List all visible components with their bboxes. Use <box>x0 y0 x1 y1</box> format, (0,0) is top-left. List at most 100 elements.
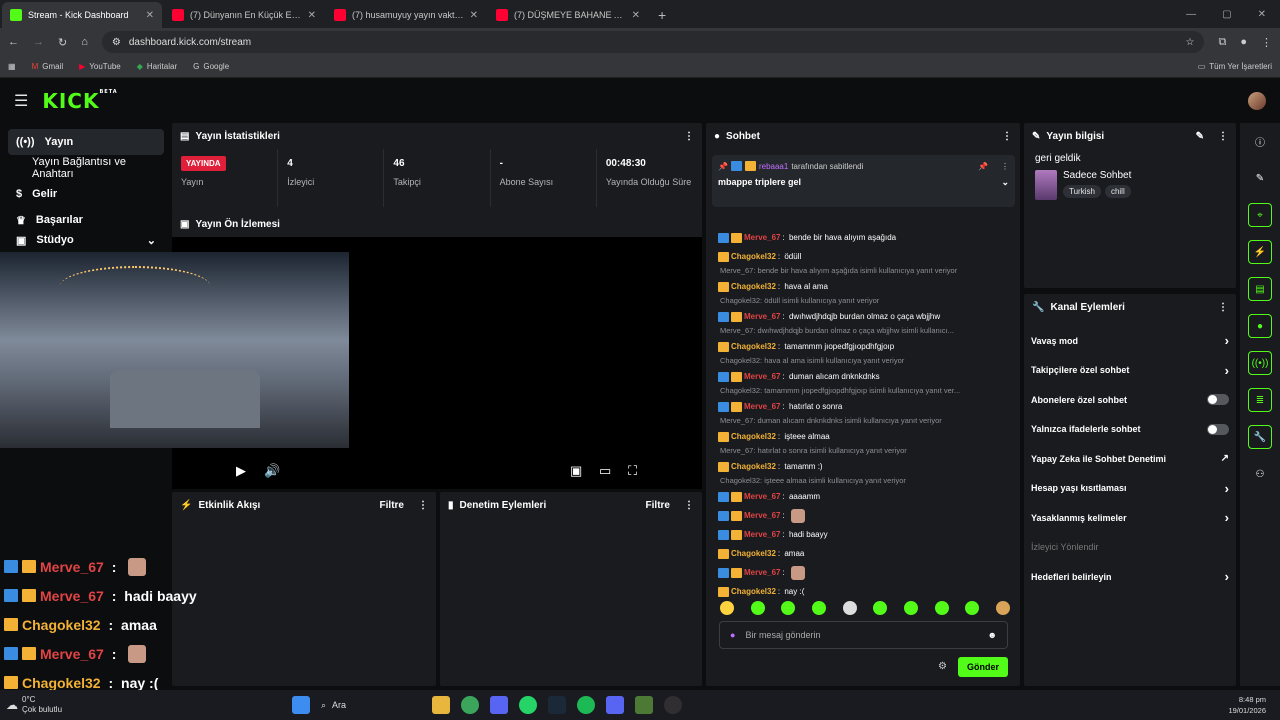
avatar[interactable] <box>1248 92 1266 110</box>
broadcast-icon[interactable]: ((•)) <box>1248 351 1272 375</box>
chat-settings-icon[interactable]: ⚙ <box>938 661 947 672</box>
channel-action-item[interactable]: Vavaş mod › <box>1024 326 1236 356</box>
all-bookmarks[interactable]: ▭ Tüm Yer İşaretleri <box>1198 62 1272 71</box>
home-icon[interactable]: ⌂ <box>81 36 88 48</box>
people-icon[interactable]: ⚇ <box>1248 462 1272 486</box>
chat-username[interactable]: Chagokel32 <box>731 587 776 596</box>
emote-icon[interactable] <box>750 601 765 615</box>
chat-message[interactable]: Merve_67: <box>718 506 1016 525</box>
chat-message[interactable]: Merve_67: dwıhwdjhdqjb burdan olmaz o ça… <box>718 326 1016 356</box>
close-tab-icon[interactable]: ✕ <box>146 10 154 21</box>
send-button[interactable]: Gönder <box>958 657 1008 677</box>
reload-icon[interactable]: ↻ <box>58 36 67 49</box>
maximize-icon[interactable]: ▢ <box>1222 9 1231 20</box>
info-icon[interactable]: ⓘ <box>1248 129 1272 153</box>
emote-icon[interactable] <box>995 601 1010 615</box>
emote-icon[interactable] <box>903 601 918 615</box>
clipboard-icon[interactable]: ▤ <box>1248 277 1272 301</box>
channel-action-item[interactable]: Takipçilere özel sohbet › <box>1024 356 1236 386</box>
pip-icon[interactable]: ▣ <box>570 463 582 479</box>
channel-action-item[interactable]: Yapay Zeka ile Sohbet Denetimi ↗ <box>1024 444 1236 474</box>
bookmark-star-icon[interactable]: ☆ <box>1186 37 1195 48</box>
volume-icon[interactable]: 🔊 <box>264 463 280 479</box>
sidebar-item-stream[interactable]: ((•)) Yayın <box>8 129 164 155</box>
whatsapp-icon[interactable] <box>519 696 537 714</box>
chat-message[interactable]: Chagokel32: tamammm jıopedfgjıopdhfgjoıp… <box>718 386 1016 416</box>
more-icon[interactable]: ⋮ <box>1001 162 1009 171</box>
category-name[interactable]: Sadece Sohbet <box>1063 170 1131 181</box>
chat-username[interactable]: Merve_67 <box>744 530 780 539</box>
chat-message[interactable]: Chagokel32: ödüll <box>718 247 1016 266</box>
chat-message[interactable]: Chagokel32: amaa <box>718 544 1016 563</box>
minecraft-icon[interactable] <box>635 696 653 714</box>
profile-icon[interactable]: ● <box>1240 36 1247 48</box>
more-icon[interactable]: ⋮ <box>1218 131 1228 142</box>
bookmark-youtube[interactable]: ▶ YouTube <box>79 62 121 71</box>
chat-username[interactable]: Chagokel32 <box>731 432 776 441</box>
emote-icon[interactable] <box>934 601 949 615</box>
close-tab-icon[interactable]: ✕ <box>632 10 640 21</box>
bookmark-gmail[interactable]: M Gmail <box>32 62 64 71</box>
chevron-down-icon[interactable]: ⌄ <box>1001 177 1009 188</box>
unpin-icon[interactable]: 📌 <box>978 162 988 171</box>
emote-icon[interactable] <box>842 601 857 615</box>
edit-icon[interactable]: ✎ <box>1196 131 1204 142</box>
chat-username[interactable]: Chagokel32 <box>731 282 776 291</box>
browser-tab[interactable]: (7) Dünyanın En Küçük Evleri: T...✕ <box>164 2 324 28</box>
chat-username[interactable]: Merve_67 <box>744 233 780 242</box>
chat-username[interactable]: Merve_67 <box>744 372 780 381</box>
chat-username[interactable]: Merve_67 <box>744 568 780 577</box>
chat-username[interactable]: Merve_67 <box>744 511 780 520</box>
emoji-icon[interactable]: ☻ <box>988 630 997 640</box>
channel-action-item[interactable]: Hedefleri belirleyin › <box>1024 562 1236 592</box>
chat-message[interactable]: Merve_67: duman alıcam dnknkdnks isimli … <box>718 416 1016 446</box>
chat-username[interactable]: Chagokel32 <box>731 462 776 471</box>
tag[interactable]: chill <box>1104 185 1131 198</box>
more-icon[interactable]: ⋮ <box>1002 131 1012 142</box>
chat-message[interactable]: Merve_67: <box>718 563 1016 582</box>
chat-username[interactable]: Chagokel32 <box>731 549 776 558</box>
sidebar-item-stream-key[interactable]: Yayın Bağlantısı ve Anahtarı <box>8 155 164 181</box>
chat-username[interactable]: Chagokel32 <box>731 342 776 351</box>
more-icon[interactable]: ⋮ <box>684 500 694 511</box>
chat-message[interactable]: Chagokel32: ödüll isimli kullanıcıya yan… <box>718 296 1016 326</box>
menu-icon[interactable]: ⋮ <box>1261 36 1272 49</box>
mic-icon[interactable]: ● <box>730 630 735 640</box>
layers-icon[interactable]: ≣ <box>1248 388 1272 412</box>
channel-action-item[interactable]: Abonelere özel sohbet <box>1024 385 1236 415</box>
hamburger-menu-icon[interactable]: ☰ <box>14 91 28 111</box>
tag[interactable]: Turkish <box>1063 185 1101 198</box>
sidebar-item-revenue[interactable]: $ Gelir <box>8 181 164 207</box>
chat-username[interactable]: Chagokel32 <box>731 252 776 261</box>
theater-icon[interactable]: ▭ <box>599 463 611 479</box>
webcam-video[interactable] <box>0 252 349 448</box>
fullscreen-icon[interactable]: ⛶ <box>628 463 637 479</box>
kick-logo[interactable]: KICKBETA <box>42 89 117 113</box>
chat-username[interactable]: Merve_67 <box>744 492 780 501</box>
sidebar-item-studio[interactable]: ▣ Stüdyo ⌄ <box>8 233 164 247</box>
steam-icon[interactable] <box>548 696 566 714</box>
url-field[interactable]: ⚙ dashboard.kick.com/stream ☆ <box>101 31 1205 53</box>
channel-action-item[interactable]: Yasaklanmış kelimeler › <box>1024 503 1236 533</box>
discord-icon[interactable] <box>606 696 624 714</box>
mod-filter-button[interactable]: Filtre <box>646 500 670 511</box>
channel-action-item[interactable]: Hesap yaşı kısıtlaması › <box>1024 474 1236 504</box>
chat-message[interactable]: Merve_67: hadi baayy <box>718 525 1016 544</box>
close-window-icon[interactable]: ✕ <box>1258 9 1266 20</box>
system-clock[interactable]: 8:48 pm 19/01/2026 <box>1228 694 1266 716</box>
bookmark-maps[interactable]: ◆ Haritalar <box>137 62 177 71</box>
close-tab-icon[interactable]: ✕ <box>308 10 316 21</box>
forward-icon[interactable]: → <box>33 36 44 48</box>
feed-filter-button[interactable]: Filtre <box>380 500 404 511</box>
emote-icon[interactable] <box>781 601 796 615</box>
site-info-icon[interactable]: ⚙ <box>112 37 121 48</box>
back-icon[interactable]: ← <box>8 36 19 48</box>
chat-message[interactable]: Merve_67: hatırlat o sonra isimli kullan… <box>718 446 1016 476</box>
chat-username[interactable]: Merve_67 <box>744 402 780 411</box>
close-tab-icon[interactable]: ✕ <box>470 10 478 21</box>
toggle-switch[interactable] <box>1207 394 1229 406</box>
windows-start-icon[interactable] <box>292 696 310 714</box>
emote-icon[interactable] <box>811 601 826 615</box>
emote-icon[interactable] <box>720 601 734 615</box>
play-icon[interactable]: ▶ <box>236 463 246 479</box>
